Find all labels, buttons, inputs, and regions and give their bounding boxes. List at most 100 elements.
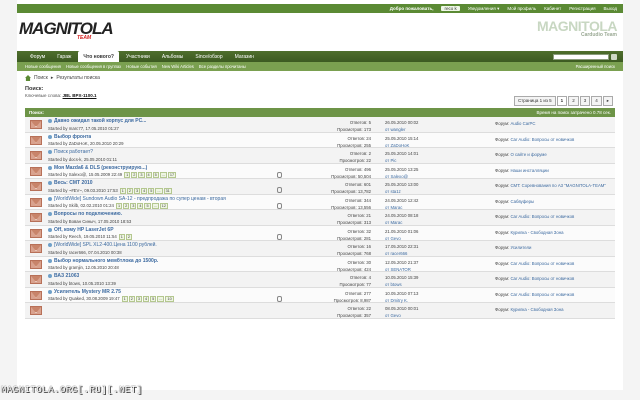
subnav-wiki[interactable]: New Wiki Articles (162, 64, 194, 69)
breadcrumb-search[interactable]: Поиск (34, 75, 48, 81)
views-count: Просмотров: 357 (337, 313, 371, 318)
thread-status-icon (30, 290, 42, 300)
thread-page-link[interactable]: 12 (159, 203, 168, 209)
thread-page-link[interactable]: 3 (130, 203, 137, 209)
thread-title[interactable]: [WorldWide] SPL XL2-400.Цена 1100 рублей… (54, 242, 157, 248)
forum-link[interactable]: Сабвуферы (510, 199, 534, 204)
thread-title[interactable]: Выбор фронта (54, 134, 91, 140)
page-1[interactable]: 1 (556, 96, 568, 106)
table-row: Поиск работает? Started by docs-k, 25.05… (25, 148, 615, 164)
tab-members[interactable]: Участники (121, 52, 155, 62)
username-link[interactable]: reco k (441, 6, 460, 11)
thread-starter: Started by racer666, 07.04.2010 00:38 (48, 249, 122, 255)
forum-link[interactable]: Усилители (510, 245, 531, 250)
thread-title[interactable]: Off, кому HP LaserJet 6P (54, 227, 114, 233)
last-post: 25.05.2010 13:00 от sta1z (385, 181, 418, 195)
last-post: 17.05.2010 22:31 от racer666 (385, 243, 418, 257)
tab-forum[interactable]: Форум (25, 52, 50, 62)
thread-page-link[interactable]: 2 (128, 296, 135, 302)
forum-link[interactable]: Наши инсталляции (510, 168, 548, 173)
search-button[interactable] (611, 53, 617, 60)
thread-page-link[interactable]: 2 (123, 203, 130, 209)
forum-link[interactable]: О сайте и форуме (510, 152, 546, 157)
thread-starter: Started by Reech, 19.05.2010 11:54 1 2 (48, 234, 132, 240)
thread-page-link[interactable]: 2 (126, 187, 134, 194)
thread-status-icon (30, 213, 42, 222)
thread-page-link[interactable]: 5 (152, 172, 159, 178)
cabinet-link[interactable]: Кабинет (544, 6, 561, 11)
thread-pages: 12 (118, 234, 132, 240)
thread-title[interactable]: Моя Mazda6 & DLS (реконструирую...) (54, 165, 147, 171)
thread-page-link[interactable]: 1 (119, 187, 126, 194)
thread-page-link[interactable]: 1 (115, 203, 123, 209)
forum-link[interactable]: Car Audio: Вопросы от новичков (510, 276, 574, 281)
page-next[interactable]: ▸ (602, 96, 613, 106)
thread-page-link[interactable]: ... (155, 187, 163, 194)
forum-link[interactable]: Car Audio: Вопросы от новичков (510, 261, 574, 266)
forum-link[interactable]: Audio CarPC (510, 121, 535, 126)
thread-forum: Форум: Наши инсталляции (495, 168, 549, 173)
forum-link[interactable]: Курилка - Свободная Зона (510, 307, 563, 312)
thread-page-link[interactable]: 3 (135, 296, 143, 302)
page-2[interactable]: 2 (568, 96, 579, 106)
page-4[interactable]: 4 (591, 96, 602, 106)
pagination-label[interactable]: Страница 1 из 5 (513, 96, 556, 106)
thread-page-link[interactable]: 10 (165, 296, 174, 302)
thread-page-link[interactable]: 1 (124, 172, 131, 178)
tab-albums[interactable]: Альбомы (157, 52, 189, 62)
thread-page-link[interactable]: 31 (163, 187, 172, 194)
thread-page-link[interactable]: 4 (145, 172, 152, 178)
tab-reviews[interactable]: Since/обзор (190, 52, 227, 62)
thread-page-link[interactable]: ... (157, 296, 165, 302)
last-post-user[interactable]: от Gevo (385, 312, 418, 319)
logout-link[interactable]: Выход (604, 6, 617, 11)
thread-title[interactable]: Давно ожидал такой корпус для PC... (54, 118, 146, 124)
thread-title[interactable]: [WorldWide] Sundown Audio SA-12 - предпр… (54, 196, 226, 202)
profile-link[interactable]: Мой профиль (507, 6, 536, 11)
advanced-search-link[interactable]: Расширенный поиск (576, 64, 615, 69)
thread-page-link[interactable]: 4 (143, 296, 150, 302)
thread-page-link[interactable]: 3 (134, 187, 141, 194)
subnav-new-group-posts[interactable]: Новые сообщения в группах (66, 64, 121, 69)
home-icon[interactable] (25, 75, 31, 81)
thread-title[interactable]: Весь: CMT 2010 (54, 180, 93, 186)
thread-page-link[interactable]: 5 (150, 296, 157, 302)
page-3[interactable]: 3 (579, 96, 591, 106)
thread-page-link[interactable]: 5 (144, 203, 151, 209)
forum-link[interactable]: Car Audio: Вопросы от новичков (510, 292, 574, 297)
forum-link[interactable]: Car Audio: Вопросы от новичков (510, 137, 574, 142)
thread-page-link[interactable]: 1 (118, 234, 125, 240)
subnav-new-events[interactable]: Новые события (126, 64, 156, 69)
thread-page-link[interactable]: 3 (138, 172, 145, 178)
forum-link[interactable]: Car Audio: Вопросы от новичков (510, 214, 574, 219)
thread-page-link[interactable]: ... (151, 203, 159, 209)
notifications-link[interactable]: Уведомления ▾ (468, 6, 500, 12)
tab-garage[interactable]: Гараж (52, 52, 76, 62)
thread-page-link[interactable]: ... (159, 172, 167, 178)
thread-title[interactable]: ВАЗ 21063 (54, 273, 79, 279)
thread-type-icon (48, 258, 52, 263)
thread-page-link[interactable]: 1 (121, 296, 128, 302)
thread-page-link[interactable]: 4 (137, 203, 144, 209)
keywords-value[interactable]: JBL BPX-1100.1 (63, 93, 97, 98)
tab-whats-new[interactable]: Что нового? (78, 51, 119, 62)
forum-link[interactable]: Курилка - Свободная Зона (510, 230, 563, 235)
site-logo[interactable]: MAGNITOLA (19, 19, 114, 39)
thread-page-link[interactable]: 17 (167, 172, 177, 178)
thread-page-link[interactable]: 4 (141, 187, 148, 194)
thread-title[interactable]: Выбор нормального мембтлока до 1500р. (54, 258, 158, 264)
tab-shop[interactable]: Магазин (230, 52, 259, 62)
thread-page-link[interactable]: 5 (148, 187, 155, 194)
forum-link[interactable]: CMT: Соревнования по A3 "MAGNITOLA-TEAM" (510, 183, 605, 188)
subnav-mark-read[interactable]: Все разделы прочитаны (199, 64, 246, 69)
subnav-new-posts[interactable]: Новые сообщения (25, 64, 61, 69)
thread-page-link[interactable]: 2 (131, 172, 138, 178)
thread-title[interactable]: Вопросы по подключению. (54, 211, 122, 217)
search-input[interactable] (553, 53, 609, 60)
thread-stats: Ответов: 601 Просмотров: 13,782 (311, 181, 371, 195)
thread-title[interactable]: Усилитель Mystery MR 2.75 (54, 289, 121, 295)
thread-starter: Started by ZaDoHoK, 20.05.2010 20:29 (48, 141, 124, 146)
thread-title[interactable]: Поиск работает? (54, 149, 93, 155)
register-link[interactable]: Регистрация (569, 6, 595, 11)
thread-page-link[interactable]: 2 (125, 234, 132, 240)
